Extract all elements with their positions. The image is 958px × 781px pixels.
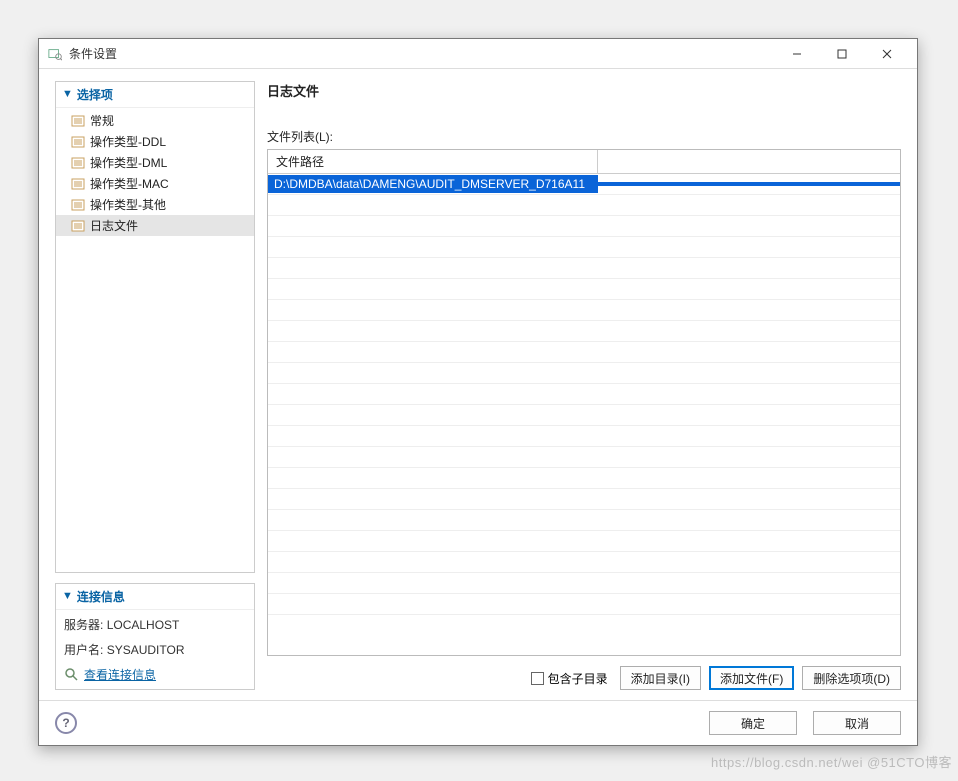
help-button[interactable]: ? [55,712,77,734]
tree-item-label: 日志文件 [90,217,138,234]
footer-buttons: 确定 取消 [709,711,901,735]
add-directory-button[interactable]: 添加目录(I) [620,666,701,690]
user-value: SYSAUDITOR [107,643,185,657]
tree-item-label: 常规 [90,112,114,129]
selection-panel-title: 选择项 [77,86,113,103]
form-icon [70,113,86,129]
add-file-label: 添加文件(F) [720,670,783,687]
tree-item-other[interactable]: 操作类型-其他 [56,194,254,215]
tree-item-mac[interactable]: 操作类型-MAC [56,173,254,194]
table-row-empty [268,384,900,405]
view-connection-label: 查看连接信息 [84,666,156,683]
dialog-footer: ? 确定 取消 [39,700,917,745]
table-row[interactable]: D:\DMDBA\data\DAMENG\AUDIT_DMSERVER_D716… [268,174,900,195]
server-label: 服务器: [64,618,103,632]
form-icon [70,134,86,150]
server-value: LOCALHOST [107,618,180,632]
magnifier-icon [64,667,80,683]
form-icon [70,197,86,213]
user-label: 用户名: [64,643,103,657]
table-row-empty [268,573,900,594]
titlebar: 条件设置 [39,39,917,69]
connection-panel-header[interactable]: ▼ 连接信息 [56,584,254,610]
close-button[interactable] [864,40,909,68]
add-file-button[interactable]: 添加文件(F) [709,666,794,690]
tree-item-label: 操作类型-其他 [90,196,166,213]
server-row: 服务器: LOCALHOST [64,616,246,633]
table-row-empty [268,321,900,342]
include-subdir-label: 包含子目录 [548,670,608,687]
col-path[interactable]: 文件路径 [268,150,598,173]
table-row-empty [268,342,900,363]
include-subdir-checkbox[interactable]: 包含子目录 [531,670,608,687]
dialog-body: ▼ 选择项 常规 操作类型-DDL [39,69,917,700]
tree-item-ddl[interactable]: 操作类型-DDL [56,131,254,152]
tree-item-label: 操作类型-MAC [90,175,169,192]
dialog-window: 条件设置 ▼ 选择项 常规 [38,38,918,746]
table-row-empty [268,531,900,552]
tree-item-logfile[interactable]: 日志文件 [56,215,254,236]
checkbox-icon [531,672,544,685]
app-icon [47,46,63,62]
content-row: ▼ 选择项 常规 操作类型-DDL [55,81,901,690]
form-icon [70,176,86,192]
table-row-empty [268,405,900,426]
cell-empty [598,182,900,186]
right-column: 日志文件 文件列表(L): 文件路径 D:\DMDBA\data\DAMENG\… [267,81,901,690]
tree-item-general[interactable]: 常规 [56,110,254,131]
ok-button[interactable]: 确定 [709,711,797,735]
help-icon: ? [62,716,69,730]
file-list-label: 文件列表(L): [267,128,901,145]
tree-item-label: 操作类型-DDL [90,133,166,150]
table-row-empty [268,510,900,531]
collapse-icon: ▼ [62,591,73,602]
minimize-button[interactable] [774,40,819,68]
table-actions: 包含子目录 添加目录(I) 添加文件(F) 删除选项项(D) [267,656,901,690]
selection-panel: ▼ 选择项 常规 操作类型-DDL [55,81,255,573]
table-row-empty [268,195,900,216]
connection-panel: ▼ 连接信息 服务器: LOCALHOST 用户名: SYSAUDITOR [55,583,255,690]
selection-tree: 常规 操作类型-DDL 操作类型-DML 操作类型-MAC [56,108,254,238]
left-column: ▼ 选择项 常规 操作类型-DDL [55,81,255,690]
table-row-empty [268,552,900,573]
watermark: https://blog.csdn.net/wei @51CTO博客 [711,752,952,771]
view-connection-link[interactable]: 查看连接信息 [64,666,246,683]
table-row-empty [268,447,900,468]
table-row-empty [268,594,900,615]
table-row-empty [268,258,900,279]
table-row-empty [268,468,900,489]
cell-path: D:\DMDBA\data\DAMENG\AUDIT_DMSERVER_D716… [268,175,598,193]
window-title: 条件设置 [69,45,117,62]
remove-selected-label: 删除选项项(D) [813,670,890,687]
table-row-empty [268,300,900,321]
selection-panel-header[interactable]: ▼ 选择项 [56,82,254,108]
collapse-icon: ▼ [62,89,73,100]
remove-selected-button[interactable]: 删除选项项(D) [802,666,901,690]
table-row-empty [268,363,900,384]
page-title: 日志文件 [267,81,901,100]
table-row-empty [268,426,900,447]
add-directory-label: 添加目录(I) [631,670,690,687]
tree-item-dml[interactable]: 操作类型-DML [56,152,254,173]
cancel-button[interactable]: 取消 [813,711,901,735]
maximize-button[interactable] [819,40,864,68]
user-row: 用户名: SYSAUDITOR [64,641,246,658]
window-controls [774,40,909,68]
cancel-label: 取消 [845,715,869,732]
ok-label: 确定 [741,715,765,732]
table-header: 文件路径 [268,150,900,174]
connection-panel-title: 连接信息 [77,588,125,605]
tree-item-label: 操作类型-DML [90,154,167,171]
form-icon [70,155,86,171]
table-row-empty [268,279,900,300]
table-row-empty [268,237,900,258]
col-empty[interactable] [598,150,900,173]
table-row-empty [268,489,900,510]
table-body[interactable]: D:\DMDBA\data\DAMENG\AUDIT_DMSERVER_D716… [268,174,900,655]
table-row-empty [268,216,900,237]
form-icon [70,218,86,234]
connection-body: 服务器: LOCALHOST 用户名: SYSAUDITOR 查看连接信息 [56,610,254,689]
file-table: 文件路径 D:\DMDBA\data\DAMENG\AUDIT_DMSERVER… [267,149,901,656]
